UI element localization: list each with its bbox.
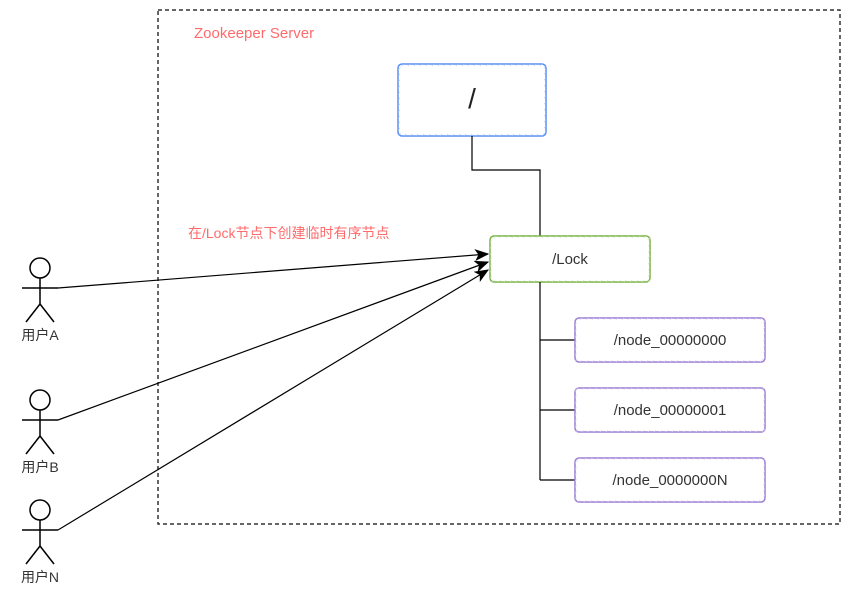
actor-n-label: 用户N [21,569,59,585]
root-node: / [398,64,546,136]
user-icon [30,390,50,410]
actor-a: 用户A [21,258,59,343]
actor-b-label: 用户B [21,459,58,475]
server-title: Zookeeper Server [194,25,314,42]
child-node-2: /node_0000000N [575,458,765,502]
lock-node-label: /Lock [552,251,588,268]
child-node-1: /node_00000001 [575,388,765,432]
child-node-1-label: /node_00000001 [614,402,727,419]
annotation-text: 在/Lock节点下创建临时有序节点 [188,225,389,241]
arrow-actor-b-to-lock [58,262,488,420]
actor-n: 用户N [21,500,59,585]
user-icon [30,500,50,520]
edge-root-to-lock [472,136,540,236]
child-node-2-label: /node_0000000N [612,472,727,489]
diagram-canvas: Zookeeper Server / /Lock /node_00000000 … [0,0,852,602]
arrow-actor-a-to-lock [58,254,488,288]
root-node-label: / [468,83,476,114]
child-node-0-label: /node_00000000 [614,332,727,349]
lock-node: /Lock [490,236,650,282]
user-icon [30,258,50,278]
child-node-0: /node_00000000 [575,318,765,362]
actor-b: 用户B [21,390,58,475]
actor-a-label: 用户A [21,327,59,343]
arrow-actor-n-to-lock [58,270,488,530]
